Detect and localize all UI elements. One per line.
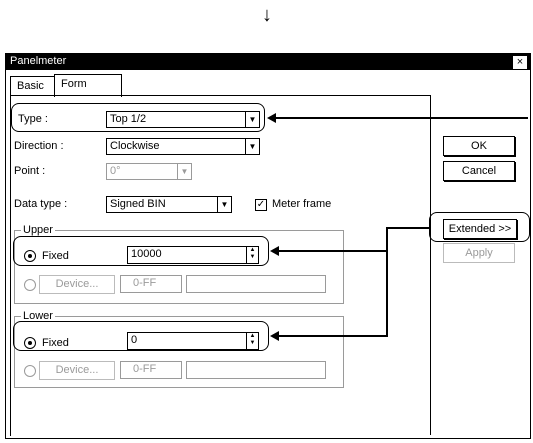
upper-arrowhead-icon [270,246,279,256]
lower-device-input[interactable] [186,361,326,379]
chevron-down-icon[interactable]: ▼ [217,197,231,212]
data-type-label: Data type : [14,198,68,210]
upper-group-label: Upper [21,224,55,236]
chevron-down-icon[interactable]: ▼ [177,164,191,179]
upper-fixed-callout-outline [13,236,269,266]
lower-arrowhead-icon [270,331,279,341]
ok-button[interactable]: OK [443,136,515,156]
direction-select[interactable]: Clockwise ▼ [106,138,260,155]
panel-right-edge [430,95,431,435]
data-type-value: Signed BIN [110,198,166,210]
chevron-down-icon[interactable]: ▼ [245,139,259,154]
tab-form[interactable]: Form [54,74,122,97]
upper-device-button[interactable]: Device... [39,275,115,294]
upper-device-input[interactable] [186,275,326,293]
lower-fixed-callout-outline [13,321,269,351]
direction-value: Clockwise [110,140,160,152]
point-value: 0° [110,165,121,177]
upper-connector-line [279,250,387,252]
window-title: Panelmeter [10,55,67,67]
extended-connector-line [386,227,429,229]
upper-device-range-field: 0-FF [120,275,182,293]
type-connector-line [276,117,528,119]
upper-device-range: 0-FF [133,277,157,289]
lower-device-radio[interactable] [24,365,36,377]
extended-callout-outline [429,212,530,242]
lower-connector-line [279,335,387,337]
close-button[interactable]: × [512,55,528,70]
point-label: Point : [14,165,46,177]
lower-device-range-field: 0-FF [120,361,182,379]
title-bar: Panelmeter × [6,54,530,70]
flow-arrow: ↓ [262,4,272,26]
apply-button[interactable]: Apply [443,243,515,263]
type-arrowhead-icon [267,113,276,123]
direction-label: Direction : [14,140,64,152]
lower-device-button[interactable]: Device... [39,361,115,380]
data-type-select[interactable]: Signed BIN ▼ [106,196,232,213]
lower-device-range: 0-FF [133,363,157,375]
upper-device-radio[interactable] [24,279,36,291]
meter-frame-label: Meter frame [272,198,332,210]
cancel-button[interactable]: Cancel [443,161,515,181]
type-callout-outline [11,103,265,132]
meter-frame-checkbox[interactable]: ✓ [255,199,267,211]
vertical-connector-line [386,228,388,337]
point-select[interactable]: 0° ▼ [106,163,192,180]
